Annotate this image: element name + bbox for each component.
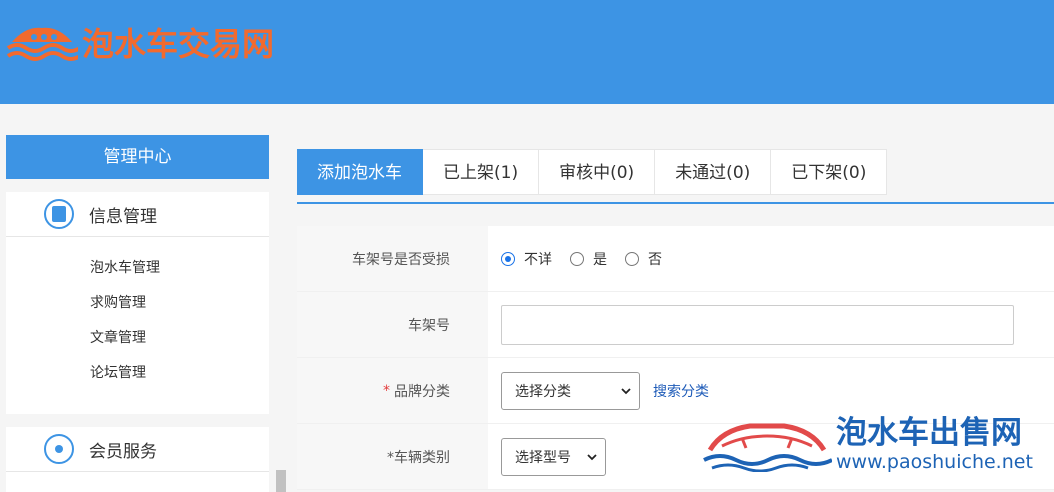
form-label: 车架号 xyxy=(297,292,488,357)
radio-checked-icon xyxy=(501,251,515,266)
radio-yes[interactable]: 是 xyxy=(570,249,607,269)
tab-rejected[interactable]: 未通过(0) xyxy=(655,149,772,195)
sidebar-section-info: 信息管理 泡水车管理 求购管理 文章管理 论坛管理 xyxy=(6,192,269,414)
sidebar: 管理中心 信息管理 泡水车管理 求购管理 文章管理 论坛管理 会员服务 xyxy=(6,135,269,492)
radio-unknown[interactable]: 不详 xyxy=(501,249,552,269)
site-header: 泡水车交易网 xyxy=(0,0,1054,104)
user-icon xyxy=(44,434,74,464)
sidebar-item-wanted[interactable]: 求购管理 xyxy=(90,286,269,321)
sidebar-item-cars[interactable]: 泡水车管理 xyxy=(90,251,269,286)
watermark: 泡水车出售网 www.paoshuiche.net xyxy=(702,414,1047,474)
sidebar-menu: 泡水车管理 求购管理 文章管理 论坛管理 xyxy=(6,237,269,405)
watermark-title: 泡水车出售网 xyxy=(836,415,1022,451)
chevron-down-icon xyxy=(587,453,597,460)
sidebar-section-label: 会员服务 xyxy=(89,441,157,462)
form-label: 车架号是否受损 xyxy=(297,226,488,291)
wave-logo-icon xyxy=(6,27,78,61)
tab-unlisted[interactable]: 已下架(0) xyxy=(771,149,888,195)
form-label: *车辆类别 xyxy=(297,424,488,489)
vin-input[interactable] xyxy=(501,304,1014,345)
sidebar-title: 管理中心 xyxy=(6,135,269,179)
sidebar-section-header[interactable]: 会员服务 xyxy=(6,427,269,472)
scrollbar-thumb[interactable] xyxy=(276,470,286,492)
tab-bar: 添加泡水车 已上架(1) 审核中(0) 未通过(0) 已下架(0) xyxy=(297,149,888,195)
sidebar-section-header[interactable]: 信息管理 xyxy=(6,192,269,237)
required-mark: * xyxy=(383,382,390,399)
sidebar-item-forum[interactable]: 论坛管理 xyxy=(90,356,269,391)
radio-unchecked-icon xyxy=(570,251,584,266)
form-row-frame-damage: 车架号是否受损 不详 是 否 xyxy=(297,226,1054,292)
radio-unchecked-icon xyxy=(625,251,639,266)
sidebar-section-label: 信息管理 xyxy=(89,206,157,227)
tab-reviewing[interactable]: 审核中(0) xyxy=(539,149,656,195)
chevron-down-icon xyxy=(621,387,631,394)
form-label: * 品牌分类 xyxy=(297,358,488,423)
tab-listed[interactable]: 已上架(1) xyxy=(423,149,540,195)
watermark-url: www.paoshuiche.net xyxy=(836,451,1033,473)
document-icon xyxy=(44,199,74,229)
vehicle-type-select[interactable]: 选择型号 xyxy=(501,437,606,476)
tab-add-car[interactable]: 添加泡水车 xyxy=(297,149,423,195)
site-logo[interactable]: 泡水车交易网 xyxy=(6,22,326,66)
sidebar-item-articles[interactable]: 文章管理 xyxy=(90,321,269,356)
sidebar-section-member: 会员服务 xyxy=(6,427,269,492)
car-logo-icon xyxy=(703,423,832,472)
logo-text: 泡水车交易网 xyxy=(82,25,275,63)
radio-no[interactable]: 否 xyxy=(625,249,662,269)
form-row-vin: 车架号 xyxy=(297,292,1054,358)
search-category-link[interactable]: 搜索分类 xyxy=(653,381,709,401)
tab-underline xyxy=(297,202,1054,204)
brand-select[interactable]: 选择分类 xyxy=(501,371,640,410)
radio-group-frame-damage: 不详 是 否 xyxy=(488,226,1054,291)
